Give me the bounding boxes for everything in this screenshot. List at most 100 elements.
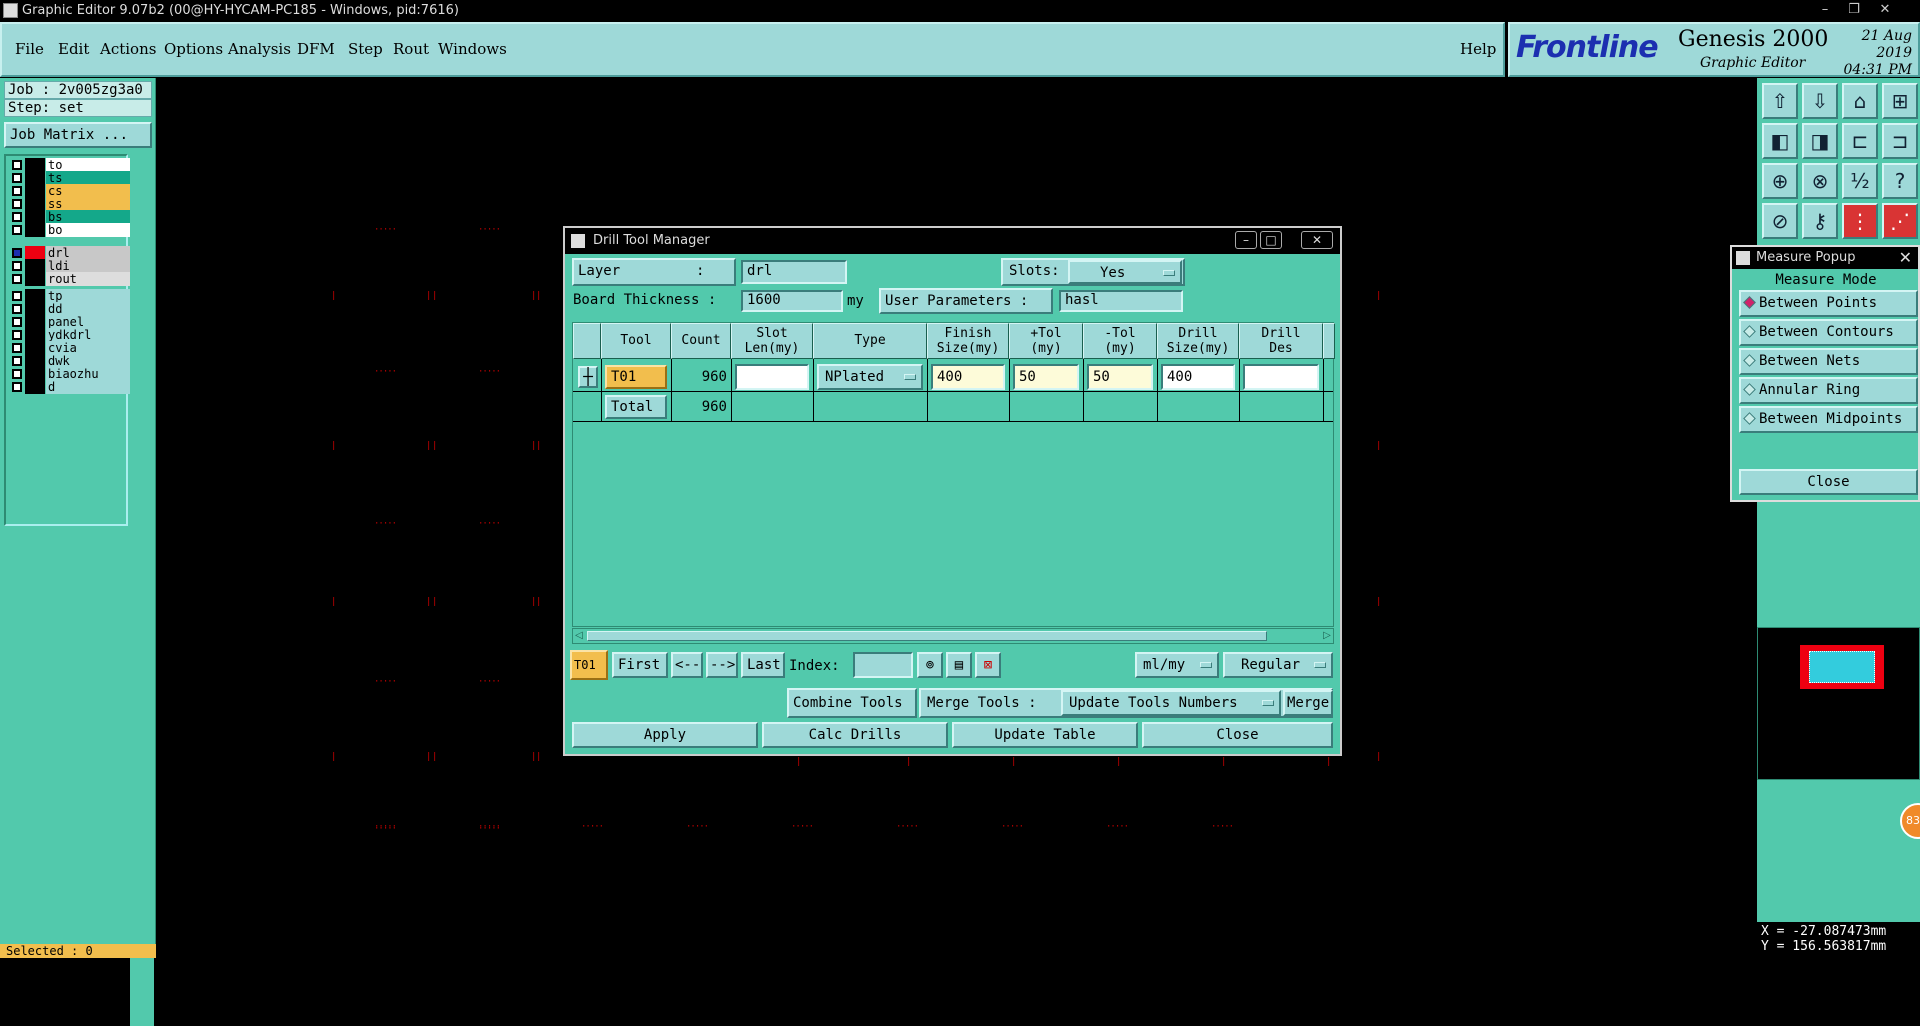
scroll-left-icon[interactable]: ◁ xyxy=(573,629,585,643)
layer-checkbox[interactable] xyxy=(12,356,22,366)
menu-dfm[interactable]: DFM xyxy=(297,40,335,58)
scale-icon[interactable]: ½ xyxy=(1842,163,1878,199)
finish-size-input[interactable]: 400 xyxy=(931,364,1005,390)
combine-tools-button[interactable]: Combine Tools xyxy=(787,688,917,718)
key-icon[interactable]: ⚷ xyxy=(1802,203,1838,239)
layer-checkbox[interactable] xyxy=(12,330,22,340)
layer-up-icon[interactable]: ⇧ xyxy=(1762,83,1798,119)
drill-icon[interactable]: ⋮ xyxy=(1842,203,1878,239)
update-table-button[interactable]: Update Table xyxy=(952,722,1138,748)
scroll-right-icon[interactable]: ▷ xyxy=(1321,629,1333,643)
layer-name[interactable]: ydkdrl xyxy=(46,328,132,342)
close-icon[interactable]: ✕ xyxy=(1899,247,1912,269)
layer-name[interactable]: drl xyxy=(46,246,132,260)
close-icon[interactable]: ✕ xyxy=(1301,231,1333,249)
index-field[interactable] xyxy=(853,652,913,678)
route-icon[interactable]: ⊐ xyxy=(1882,123,1918,159)
graph-icon[interactable]: ⋰ xyxy=(1882,203,1918,239)
merge-button[interactable]: Merge xyxy=(1283,690,1333,716)
layer-row-ydkdrl[interactable]: ydkdrl xyxy=(10,328,132,342)
layer-name[interactable]: biaozhu xyxy=(46,367,132,381)
layer-checkbox[interactable] xyxy=(12,199,22,209)
layer-name[interactable]: d xyxy=(46,380,132,394)
minus-tol-input[interactable]: 50 xyxy=(1087,364,1153,390)
layer-name[interactable]: dd xyxy=(46,302,132,316)
first-button[interactable]: First xyxy=(612,652,668,678)
scroll-thumb[interactable] xyxy=(587,631,1267,641)
layer-name[interactable]: rout xyxy=(46,272,132,286)
layer-row-to[interactable]: to xyxy=(10,158,132,172)
next-button[interactable]: --> xyxy=(706,652,738,678)
fit-icon[interactable]: ⊕ xyxy=(1762,163,1798,199)
layer-row-cs[interactable]: cs xyxy=(10,184,132,198)
merge-tools-select[interactable]: Update Tools Numbers xyxy=(1061,690,1281,716)
layer-name[interactable]: panel xyxy=(46,315,132,329)
layer-checkbox[interactable] xyxy=(12,343,22,353)
minimize-button[interactable]: – xyxy=(1816,2,1834,18)
slots-select[interactable]: Yes xyxy=(1068,260,1182,284)
minimize-icon[interactable]: – xyxy=(1235,231,1257,249)
menu-windows[interactable]: Windows xyxy=(438,40,507,58)
row-select-icon[interactable]: ┼ xyxy=(578,366,598,388)
board-thickness-field[interactable]: 1600 xyxy=(741,290,843,312)
layer-name[interactable]: bs xyxy=(46,210,132,224)
last-button[interactable]: Last xyxy=(741,652,785,678)
layer-row-ldi[interactable]: ldi xyxy=(10,259,132,273)
layer-row-rout[interactable]: rout xyxy=(10,272,132,286)
drill-size-input[interactable]: 400 xyxy=(1161,364,1235,390)
move-right-icon[interactable]: ◨ xyxy=(1802,123,1838,159)
layer-row-bs[interactable]: bs xyxy=(10,210,132,224)
table-horizontal-scrollbar[interactable]: ◁ ▷ xyxy=(572,628,1334,644)
snap-icon[interactable]: ⊏ xyxy=(1842,123,1878,159)
layer-checkbox[interactable] xyxy=(12,274,22,284)
measure-option-annular-ring[interactable]: Annular Ring xyxy=(1739,377,1918,404)
layer-name[interactable]: bo xyxy=(46,223,132,237)
measure-option-between-midpoints[interactable]: Between Midpoints xyxy=(1739,406,1918,433)
drill-des-input[interactable] xyxy=(1243,364,1319,390)
maximize-icon[interactable]: □ xyxy=(1260,231,1282,249)
user-parameters-field[interactable]: hasl xyxy=(1059,290,1183,312)
measure-option-between-contours[interactable]: Between Contours xyxy=(1739,319,1918,346)
layer-name[interactable]: tp xyxy=(46,289,132,303)
layer-name[interactable]: dwk xyxy=(46,354,132,368)
layer-row-dd[interactable]: dd xyxy=(10,302,132,316)
layer-name[interactable]: ldi xyxy=(46,259,132,273)
home-icon[interactable]: ⌂ xyxy=(1842,83,1878,119)
close-button[interactable]: Close xyxy=(1142,722,1333,748)
layer-checkbox[interactable] xyxy=(12,173,22,183)
close-window-button[interactable]: ✕ xyxy=(1876,2,1894,18)
search-tool-icon[interactable]: ⊚ xyxy=(917,652,943,678)
layer-row-tp[interactable]: tp xyxy=(10,289,132,303)
layer-down-icon[interactable]: ⇩ xyxy=(1802,83,1838,119)
left-scroll-track[interactable] xyxy=(130,156,154,1026)
layer-row-bo[interactable]: bo xyxy=(10,223,132,237)
layer-field[interactable]: drl xyxy=(741,260,847,284)
layer-row-panel[interactable]: panel xyxy=(10,315,132,329)
calc-drills-button[interactable]: Calc Drills xyxy=(762,722,948,748)
units-select[interactable]: ml/my xyxy=(1135,652,1219,678)
layer-name[interactable]: cs xyxy=(46,184,132,198)
layer-row-ss[interactable]: ss xyxy=(10,197,132,211)
split-icon[interactable]: ⊞ xyxy=(1882,83,1918,119)
layer-row-biaozhu[interactable]: biaozhu xyxy=(10,367,132,381)
measure-close-button[interactable]: Close xyxy=(1739,469,1918,495)
layer-row-dwk[interactable]: dwk xyxy=(10,354,132,368)
menu-options[interactable]: Options xyxy=(164,40,223,58)
layer-name[interactable]: to xyxy=(46,158,132,172)
plus-tol-input[interactable]: 50 xyxy=(1013,364,1079,390)
apply-button[interactable]: Apply xyxy=(572,722,758,748)
move-left-icon[interactable]: ◧ xyxy=(1762,123,1798,159)
menu-actions[interactable]: Actions xyxy=(100,40,156,58)
layer-name[interactable]: cvia xyxy=(46,341,132,355)
help-icon[interactable]: ? xyxy=(1882,163,1918,199)
user-parameters-label[interactable]: User Parameters : xyxy=(879,288,1053,314)
slot-len-input[interactable] xyxy=(735,364,809,390)
center-icon[interactable]: ⊗ xyxy=(1802,163,1838,199)
layer-row-cvia[interactable]: cvia xyxy=(10,341,132,355)
layer-checkbox[interactable] xyxy=(12,248,22,258)
prev-button[interactable]: <-- xyxy=(671,652,703,678)
layer-checkbox[interactable] xyxy=(12,291,22,301)
layer-checkbox[interactable] xyxy=(12,160,22,170)
layer-row-d[interactable]: d xyxy=(10,380,132,394)
layer-name[interactable]: ss xyxy=(46,197,132,211)
